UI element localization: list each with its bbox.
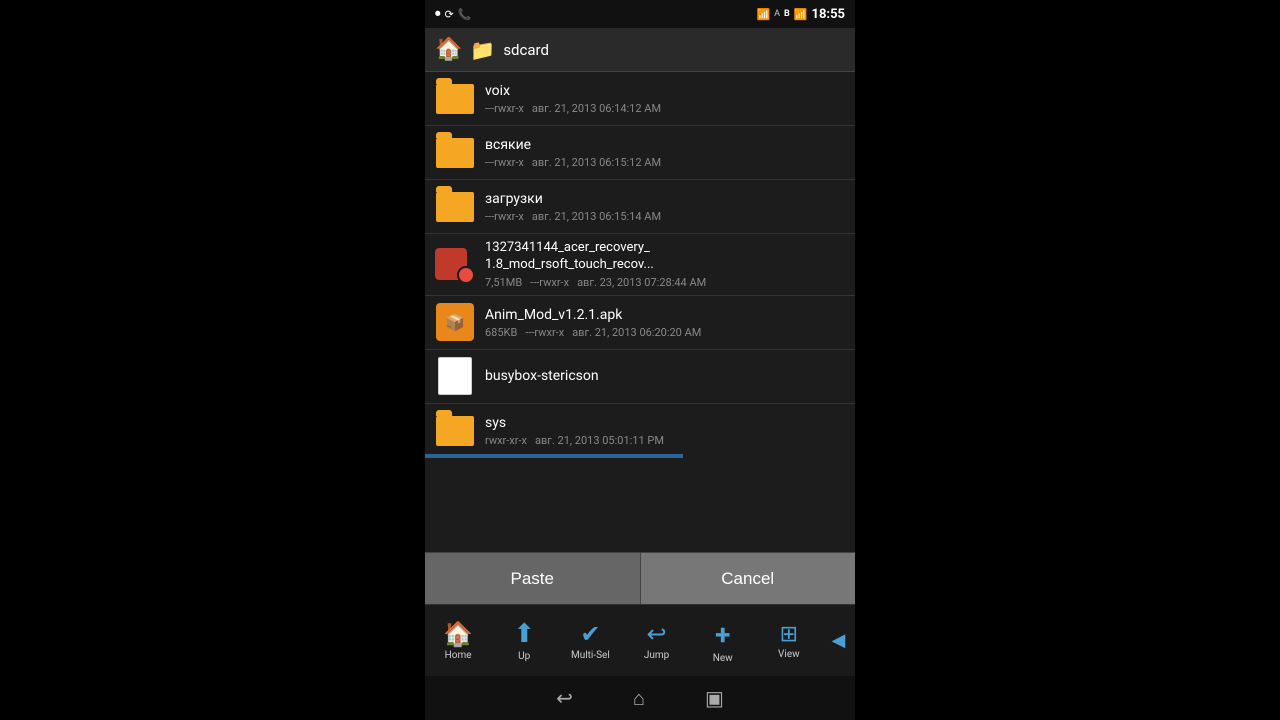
sdcard-folder-icon: 📁 <box>470 38 495 62</box>
status-bar: ⏺ ⟳ 📞 📶 A B 📶 18:55 <box>425 0 855 28</box>
list-item[interactable]: всякие ---rwxr-x авг. 21, 2013 06:15:12 … <box>425 126 855 180</box>
file-info: busybox-stericson <box>485 367 845 385</box>
action-buttons: Paste Cancel <box>425 552 855 604</box>
nav-jump-label: Jump <box>644 650 669 661</box>
file-meta: 685KB ---rwxr-x авг. 21, 2013 06:20:20 A… <box>485 326 845 339</box>
nav-new[interactable]: + New <box>690 618 756 664</box>
date: авг. 21, 2013 06:20:20 AM <box>572 326 701 339</box>
call-icon: 📞 <box>458 8 472 21</box>
folder-icon <box>435 79 475 119</box>
home-nav-icon: 🏠 <box>443 620 473 648</box>
sys-nav: ↩ ⌂ ▣ <box>425 676 855 720</box>
phone-screen: ⏺ ⟳ 📞 📶 A B 📶 18:55 🏠 📁 sdcard voix <box>425 0 855 720</box>
permissions: ---rwxr-x <box>530 276 569 289</box>
paste-button[interactable]: Paste <box>425 553 641 604</box>
file-icon <box>435 356 475 396</box>
file-list: voix ---rwxr-x авг. 21, 2013 06:14:12 AM… <box>425 72 855 552</box>
nav-view-label: View <box>778 649 800 660</box>
file-info: sys rwxr-xr-x авг. 21, 2013 05:01:11 PM <box>485 414 845 447</box>
file-meta: ---rwxr-x авг. 21, 2013 06:15:14 AM <box>485 210 845 223</box>
nav-view[interactable]: ⊞ View <box>756 622 822 660</box>
file-name: Anim_Mod_v1.2.1.apk <box>485 306 845 324</box>
recent-button[interactable]: ▣ <box>705 686 724 710</box>
permissions: rwxr-xr-x <box>485 434 527 447</box>
file-info: всякие ---rwxr-x авг. 21, 2013 06:15:12 … <box>485 136 845 169</box>
signal-b2-icon: B <box>784 9 790 19</box>
scroll-indicator <box>425 454 683 458</box>
file-info: voix ---rwxr-x авг. 21, 2013 06:14:12 AM <box>485 82 845 115</box>
record-icon: ⏺ <box>435 7 441 21</box>
date: авг. 21, 2013 05:01:11 PM <box>535 434 664 447</box>
date: авг. 21, 2013 06:15:14 AM <box>532 210 661 223</box>
folder-icon <box>435 187 475 227</box>
nav-up-label: Up <box>518 651 530 662</box>
nav-home-label: Home <box>445 650 472 661</box>
list-item[interactable]: загрузки ---rwxr-x авг. 21, 2013 06:15:1… <box>425 180 855 234</box>
file-meta: ---rwxr-x авг. 21, 2013 06:15:12 AM <box>485 156 845 169</box>
signal-b1-icon: A <box>774 9 780 19</box>
file-info: Anim_Mod_v1.2.1.apk 685KB ---rwxr-x авг.… <box>485 306 845 339</box>
sync-icon: ⟳ <box>445 8 454 21</box>
size: 685KB <box>485 326 517 339</box>
size: 7,51MB <box>485 276 522 289</box>
list-item[interactable]: busybox-stericson <box>425 350 855 404</box>
cancel-button[interactable]: Cancel <box>641 553 856 604</box>
list-item[interactable]: 📦 Anim_Mod_v1.2.1.apk 685KB ---rwxr-x ав… <box>425 296 855 350</box>
home-path-icon: 🏠 <box>435 37 462 62</box>
file-name: 1327341144_acer_recovery_1.8_mod_rsoft_t… <box>485 240 845 274</box>
nav-multisel-label: Multi-Sel <box>571 650 610 661</box>
file-name: загрузки <box>485 190 845 208</box>
apk-file-icon: 📦 <box>435 302 475 342</box>
jump-nav-icon: ↩ <box>646 620 666 648</box>
file-meta: rwxr-xr-x авг. 21, 2013 05:01:11 PM <box>485 434 845 447</box>
wifi-icon: 📶 <box>756 8 770 21</box>
folder-icon <box>435 411 475 451</box>
file-meta: 7,51MB ---rwxr-x авг. 23, 2013 07:28:44 … <box>485 276 845 289</box>
file-name: voix <box>485 82 845 100</box>
status-time: 18:55 <box>812 7 846 22</box>
folder-icon <box>435 133 475 173</box>
home-button[interactable]: ⌂ <box>633 686 645 711</box>
file-info: 1327341144_acer_recovery_1.8_mod_rsoft_t… <box>485 240 845 289</box>
signal-icon: 📶 <box>794 8 808 21</box>
new-nav-icon: + <box>715 618 730 651</box>
permissions: ---rwxr-x <box>525 326 564 339</box>
path-bar[interactable]: 🏠 📁 sdcard <box>425 28 855 72</box>
list-item[interactable]: 1327341144_acer_recovery_1.8_mod_rsoft_t… <box>425 234 855 296</box>
nav-jump[interactable]: ↩ Jump <box>623 620 689 661</box>
list-item[interactable]: sys rwxr-xr-x авг. 21, 2013 05:01:11 PM <box>425 404 855 458</box>
date: авг. 21, 2013 06:14:12 AM <box>532 102 661 115</box>
up-nav-icon: ⬆ <box>513 619 535 649</box>
back-button[interactable]: ↩ <box>556 686 573 710</box>
nav-home[interactable]: 🏠 Home <box>425 620 491 661</box>
back-nav-icon: ◀ <box>832 630 846 651</box>
permissions: ---rwxr-x <box>485 102 524 115</box>
nav-back-arrow[interactable]: ◀ <box>822 630 855 651</box>
permissions: ---rwxr-x <box>485 156 524 169</box>
file-name: busybox-stericson <box>485 367 845 385</box>
file-meta: ---rwxr-x авг. 21, 2013 06:14:12 AM <box>485 102 845 115</box>
nav-up[interactable]: ⬆ Up <box>491 619 557 662</box>
nav-multisel[interactable]: ✔ Multi-Sel <box>557 620 623 661</box>
multisel-nav-icon: ✔ <box>580 620 600 648</box>
file-name: всякие <box>485 136 845 154</box>
permissions: ---rwxr-x <box>485 210 524 223</box>
view-nav-icon: ⊞ <box>780 622 798 647</box>
date: авг. 21, 2013 06:15:12 AM <box>532 156 661 169</box>
file-name: sys <box>485 414 845 432</box>
current-path: sdcard <box>503 41 549 59</box>
nav-new-label: New <box>713 653 733 664</box>
date: авг. 23, 2013 07:28:44 AM <box>577 276 706 289</box>
list-item[interactable]: voix ---rwxr-x авг. 21, 2013 06:14:12 AM <box>425 72 855 126</box>
bottom-nav: 🏠 Home ⬆ Up ✔ Multi-Sel ↩ Jump + New ⊞ V… <box>425 604 855 676</box>
recovery-file-icon <box>435 244 475 284</box>
file-info: загрузки ---rwxr-x авг. 21, 2013 06:15:1… <box>485 190 845 223</box>
